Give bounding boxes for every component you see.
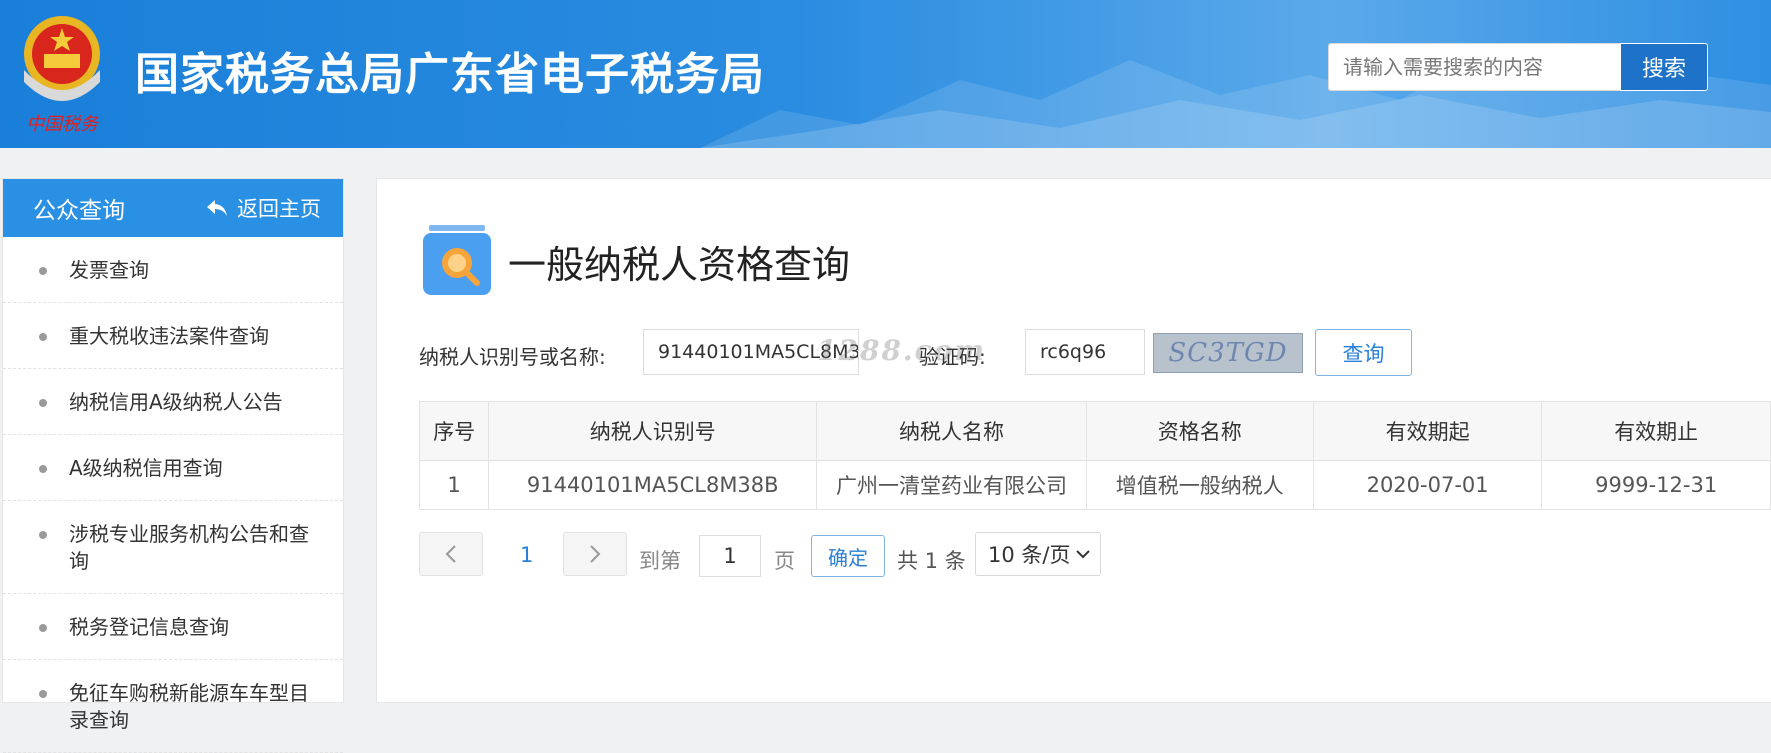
table-cell: 增值税一般纳税人 xyxy=(1085,460,1314,510)
captcha-image[interactable]: SC3TGD xyxy=(1153,333,1303,373)
header-search: 搜索 xyxy=(1328,43,1708,93)
back-home-link[interactable]: 返回主页 xyxy=(205,193,321,223)
sidebar-item-a-credit-announcement[interactable]: 纳税信用A级纳税人公告 xyxy=(3,369,343,435)
page-size-value: 10 条/页 xyxy=(988,543,1071,567)
column-header: 序号 xyxy=(418,401,490,461)
sidebar-item-tax-violation-query[interactable]: 重大税收违法案件查询 xyxy=(3,303,343,369)
sidebar-item-label: 税务登记信息查询 xyxy=(69,615,229,639)
bullet-icon xyxy=(39,690,47,698)
total-count: 共 1 条 xyxy=(897,549,966,573)
column-header: 纳税人名称 xyxy=(816,401,1087,461)
prev-page-button[interactable] xyxy=(419,532,483,576)
goto-page-input[interactable]: 1 xyxy=(699,535,761,577)
search-document-icon xyxy=(423,225,491,295)
sidebar-item-label: A级纳税信用查询 xyxy=(69,456,223,480)
captcha-input[interactable]: rc6q96 xyxy=(1025,329,1145,375)
emblem-caption: 中国税务 xyxy=(26,114,100,135)
sidebar-item-tax-registration-query[interactable]: 税务登记信息查询 xyxy=(3,594,343,660)
sidebar: 公众查询 返回主页 发票查询 重大税收违法案件查询 纳税信用A级纳税人公告 A级… xyxy=(2,178,344,753)
column-header: 有效期起 xyxy=(1312,401,1543,461)
page-size-select[interactable]: 10 条/页 xyxy=(975,532,1101,576)
main-panel: 一般纳税人资格查询 纳税人识别号或名称: 91440101MA5CL8M38B … xyxy=(376,178,1771,703)
site-title: 国家税务总局广东省电子税务局 xyxy=(135,49,765,100)
goto-confirm-button[interactable]: 确定 xyxy=(811,535,885,577)
search-button[interactable]: 搜索 xyxy=(1620,43,1708,91)
column-header: 纳税人识别号 xyxy=(488,401,818,461)
back-home-label: 返回主页 xyxy=(237,197,321,221)
sidebar-item-label: 免征车购税新能源车车型目录查询 xyxy=(69,681,309,732)
captcha-label: 验证码: xyxy=(919,345,986,369)
sidebar-item-ev-tax-exemption-query[interactable]: 免征车购税新能源车车型目录查询 xyxy=(3,660,343,753)
table-cell: 1 xyxy=(418,460,490,510)
page-unit-label: 页 xyxy=(774,549,795,573)
sidebar-item-label: 重大税收违法案件查询 xyxy=(69,324,269,348)
sidebar-item-label: 涉税专业服务机构公告和查询 xyxy=(69,522,309,573)
bullet-icon xyxy=(39,399,47,407)
national-emblem-logo-icon: 中国税务 xyxy=(12,10,112,138)
table-header-row: 序号 纳税人识别号 纳税人名称 资格名称 有效期起 有效期止 xyxy=(418,401,1771,461)
column-header: 资格名称 xyxy=(1085,401,1314,461)
search-input[interactable] xyxy=(1328,43,1620,91)
table-cell: 91440101MA5CL8M38B xyxy=(488,460,818,510)
table-cell: 广州一清堂药业有限公司 xyxy=(816,460,1087,510)
table-cell: 9999-12-31 xyxy=(1541,460,1771,510)
bullet-icon xyxy=(39,531,47,539)
query-button[interactable]: 查询 xyxy=(1315,329,1412,376)
sidebar-item-label: 发票查询 xyxy=(69,258,149,282)
sidebar-header: 公众查询 返回主页 xyxy=(3,179,343,237)
site-header: 中国税务 国家税务总局广东省电子税务局 搜索 xyxy=(0,0,1771,148)
sidebar-title: 公众查询 xyxy=(33,198,125,224)
sidebar-item-label: 纳税信用A级纳税人公告 xyxy=(69,390,283,414)
bullet-icon xyxy=(39,624,47,632)
next-page-button[interactable] xyxy=(563,532,627,576)
sidebar-item-invoice-query[interactable]: 发票查询 xyxy=(3,237,343,303)
sidebar-item-tax-service-agencies[interactable]: 涉税专业服务机构公告和查询 xyxy=(3,501,343,594)
column-header: 有效期止 xyxy=(1541,401,1771,461)
back-arrow-icon xyxy=(207,200,227,216)
chevron-right-icon xyxy=(590,545,601,563)
bullet-icon xyxy=(39,465,47,473)
chevron-down-icon xyxy=(1076,550,1090,559)
bullet-icon xyxy=(39,267,47,275)
goto-label: 到第 xyxy=(639,549,681,573)
bullet-icon xyxy=(39,333,47,341)
taxpayer-id-input[interactable]: 91440101MA5CL8M38B xyxy=(643,329,859,375)
table-row: 1 91440101MA5CL8M38B 广州一清堂药业有限公司 增值税一般纳税… xyxy=(418,460,1771,510)
taxpayer-label: 纳税人识别号或名称: xyxy=(419,345,606,369)
table-cell: 2020-07-01 xyxy=(1312,460,1543,510)
current-page-number[interactable]: 1 xyxy=(520,543,533,567)
result-table: 序号 纳税人识别号 纳税人名称 资格名称 有效期起 有效期止 1 9144010… xyxy=(418,401,1771,510)
page-title: 一般纳税人资格查询 xyxy=(508,243,851,287)
chevron-left-icon xyxy=(445,545,456,563)
sidebar-item-a-credit-query[interactable]: A级纳税信用查询 xyxy=(3,435,343,501)
